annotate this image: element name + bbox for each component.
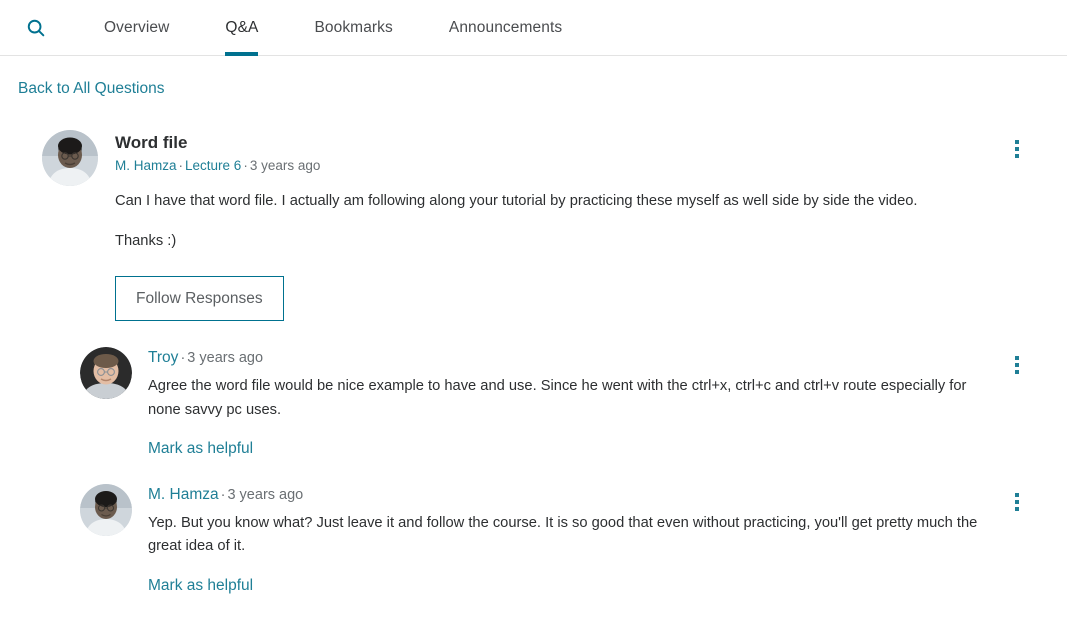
tab-bookmarks-label: Bookmarks bbox=[314, 18, 393, 36]
reply-text: Agree the word file would be nice exampl… bbox=[148, 378, 967, 418]
kebab-dot bbox=[1015, 140, 1019, 144]
mark-as-helpful-link[interactable]: Mark as helpful bbox=[148, 440, 253, 458]
tab-qa[interactable]: Q&A bbox=[197, 0, 286, 56]
question-options-button[interactable] bbox=[1007, 138, 1027, 160]
question-paragraph-1: Can I have that word file. I actually am… bbox=[115, 193, 918, 210]
question-meta: M. Hamza · Lecture 6 · 3 years ago bbox=[115, 156, 1049, 176]
kebab-dot bbox=[1015, 363, 1019, 368]
search-icon bbox=[27, 19, 45, 36]
question-title: Word file bbox=[115, 133, 188, 152]
reply-options-button[interactable] bbox=[1007, 354, 1027, 376]
mark-as-helpful-link[interactable]: Mark as helpful bbox=[148, 577, 253, 595]
top-tab-bar: Overview Q&A Bookmarks Announcements bbox=[0, 0, 1067, 56]
reply-author-avatar bbox=[80, 484, 132, 537]
search-button[interactable] bbox=[18, 10, 54, 46]
kebab-dot bbox=[1015, 500, 1019, 505]
reply-meta: Troy · 3 years ago bbox=[148, 347, 1049, 369]
reply-timestamp: 3 years ago bbox=[227, 487, 304, 504]
reply-timestamp: 3 years ago bbox=[187, 350, 264, 367]
reply-text: Yep. But you know what? Just leave it an… bbox=[148, 514, 978, 555]
reply-item: M. Hamza · 3 years ago Yep. But you know w… bbox=[80, 484, 1049, 595]
tab-bookmarks[interactable]: Bookmarks bbox=[286, 0, 420, 56]
kebab-dot bbox=[1015, 154, 1019, 158]
question-block: Word file M. Hamza · Lecture 6 · 3 years ago… bbox=[18, 130, 1049, 322]
reply-meta-separator: · bbox=[180, 350, 186, 367]
kebab-dot bbox=[1015, 370, 1019, 375]
tab-announcements-label: Announcements bbox=[448, 18, 563, 36]
tab-announcements[interactable]: Announcements bbox=[421, 0, 590, 56]
avatar-photo-troy bbox=[80, 347, 132, 400]
tab-overview-label: Overview bbox=[104, 18, 170, 36]
reply-content: M. Hamza · 3 years ago Yep. But you know w… bbox=[132, 484, 1049, 595]
kebab-dot bbox=[1015, 147, 1019, 151]
kebab-dot bbox=[1015, 507, 1019, 512]
kebab-dot bbox=[1015, 493, 1019, 498]
back-to-all-questions-link[interactable]: Back to All Questions bbox=[18, 80, 164, 98]
reply-options-button[interactable] bbox=[1007, 491, 1027, 513]
follow-responses-button[interactable]: Follow Responses bbox=[115, 275, 284, 322]
question-timestamp: 3 years ago bbox=[249, 158, 321, 174]
meta-separator-1: · bbox=[178, 158, 184, 174]
reply-author-link[interactable]: Troy bbox=[148, 349, 178, 366]
question-author-link[interactable]: M. Hamza bbox=[115, 158, 177, 173]
question-content: Word file M. Hamza · Lecture 6 · 3 years ago… bbox=[98, 130, 1049, 322]
reply-author-link[interactable]: M. Hamza bbox=[148, 486, 219, 503]
kebab-dot bbox=[1015, 356, 1019, 361]
question-paragraph-2: Thanks :) bbox=[115, 233, 177, 250]
avatar-photo-m-hamza bbox=[42, 130, 98, 186]
question-lecture-link[interactable]: Lecture 6 bbox=[185, 158, 241, 173]
reply-list: Troy · 3 years ago Agree the word file wou… bbox=[18, 347, 1049, 594]
avatar-photo-m-hamza bbox=[80, 484, 132, 537]
question-author-avatar bbox=[42, 130, 98, 186]
reply-author-avatar bbox=[80, 347, 132, 400]
tab-list: Overview Q&A Bookmarks Announcements bbox=[76, 0, 590, 56]
tab-qa-label: Q&A bbox=[225, 18, 259, 36]
reply-meta: M. Hamza · 3 years ago bbox=[148, 484, 1049, 506]
reply-item: Troy · 3 years ago Agree the word file wou… bbox=[80, 347, 1049, 458]
reply-content: Troy · 3 years ago Agree the word file wou… bbox=[132, 347, 1049, 458]
qa-thread: Word file M. Hamza · Lecture 6 · 3 years ago… bbox=[0, 130, 1067, 595]
meta-separator-2: · bbox=[243, 158, 248, 174]
tab-overview[interactable]: Overview bbox=[76, 0, 197, 56]
